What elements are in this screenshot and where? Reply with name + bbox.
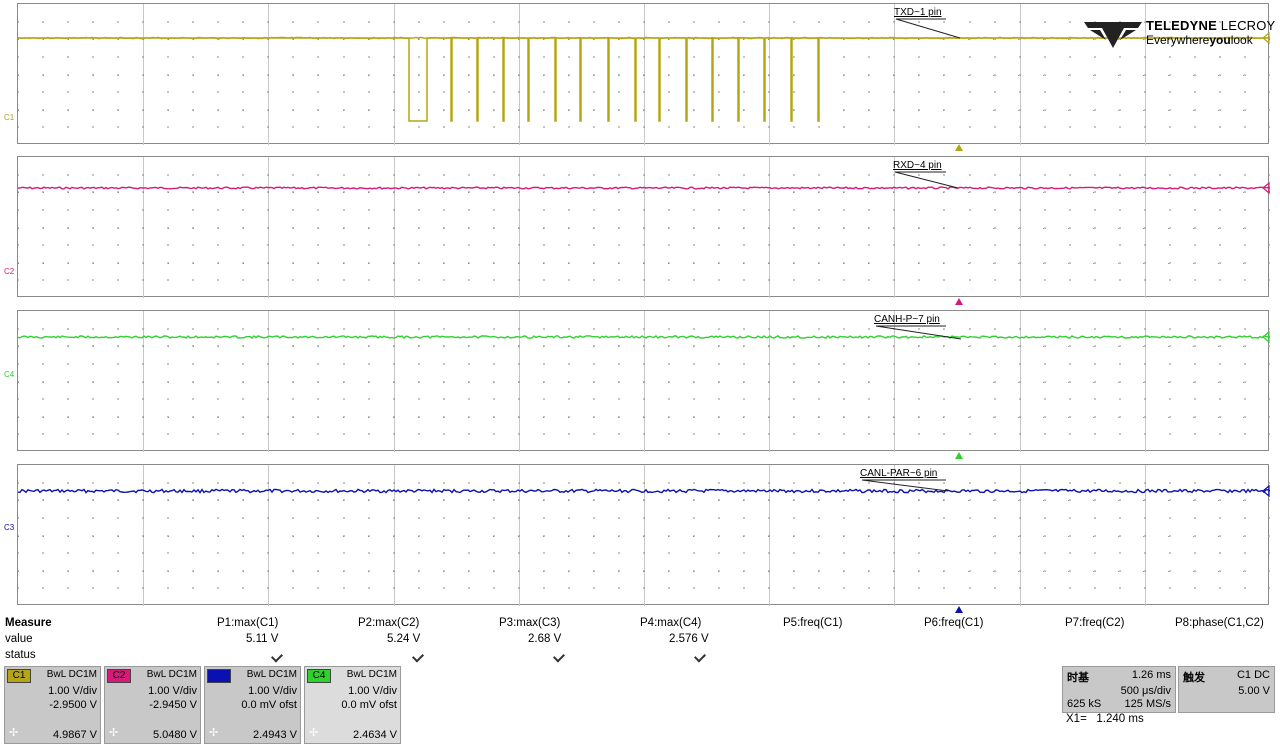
annotation-leader: [895, 18, 961, 39]
channel-label-c4: C4: [4, 370, 15, 379]
waveform-c2[interactable]: [18, 157, 1270, 298]
channel-offset: 0.0 mV ofst: [241, 699, 297, 711]
status-check-icon: [552, 650, 566, 663]
measure-title: Measure: [5, 617, 52, 629]
trigger-marker-c2[interactable]: [955, 298, 963, 305]
channel-coupling: BwL DC1M: [346, 669, 397, 680]
annotation-leader: [894, 171, 959, 189]
measure-value-label: value: [5, 633, 33, 645]
timebase-delay: 1.26 ms: [1131, 669, 1171, 681]
annotation-c1[interactable]: TXD~1 pin: [894, 7, 942, 18]
crosshair-icon: ✢: [9, 727, 19, 739]
crosshair-icon: ✢: [209, 727, 219, 739]
waveform-c4[interactable]: [18, 311, 1270, 452]
trigger-level: 5.00 V: [1238, 685, 1270, 697]
measure-param-name[interactable]: P3:max(C3): [499, 617, 560, 629]
channel-box-c1[interactable]: C1 BwL DC1M 1.00 V/div -2.9500 V ✢ 4.9867 V: [4, 666, 101, 744]
channel-vdiv: 1.00 V/div: [48, 685, 97, 697]
channel-readout: 2.4634 V: [352, 729, 397, 741]
measure-table: Measure value status P1:max(C1) 5.11 V P2:…: [0, 615, 1280, 663]
trigger-label: 触发: [1183, 672, 1205, 684]
cursor-label: X1=: [1066, 713, 1087, 725]
channel-vdiv: 1.00 V/div: [248, 685, 297, 697]
brand-tagline: Everywhereyoulook: [1146, 33, 1253, 47]
waveform-panel-c4[interactable]: [17, 310, 1270, 452]
channel-coupling: BwL DC1M: [246, 669, 297, 680]
lecroy-emblem-icon: [1084, 22, 1142, 48]
channel-box-c4[interactable]: C4 BwL DC1M 1.00 V/div 0.0 mV ofst ✢ 2.4634 V: [304, 666, 401, 744]
trigger-marker-c3[interactable]: [955, 606, 963, 613]
measure-param-name[interactable]: P8:phase(C1,C2): [1175, 617, 1264, 629]
annotation-c3[interactable]: CANL-PAR~6 pin: [860, 468, 937, 479]
channel-coupling: BwL DC1M: [46, 669, 97, 680]
channel-box-c3[interactable]: C3 BwL DC1M 1.00 V/div 0.0 mV ofst ✢ 2.4943 V: [204, 666, 301, 744]
channel-label-c2: C2: [4, 267, 15, 276]
teledyne-lecroy-logo: TELEDYNE LECROY Everywhereyoulook: [1084, 18, 1275, 48]
channel-offset: 0.0 mV ofst: [341, 699, 397, 711]
status-check-icon: [270, 650, 284, 663]
timebase-box[interactable]: 时基 1.26 ms 500 μs/div 625 kS 125 MS/s: [1062, 666, 1176, 713]
channel-tag: C1: [7, 669, 31, 683]
status-check-icon: [693, 650, 707, 663]
channel-tag: C3: [207, 669, 231, 683]
crosshair-icon: ✢: [309, 727, 319, 739]
measure-param-name[interactable]: P7:freq(C2): [1065, 617, 1124, 629]
timebase-label: 时基: [1067, 672, 1089, 684]
cursor-readout: X1= 1.240 ms: [1066, 713, 1144, 725]
waveform-panel-c3[interactable]: [17, 464, 1270, 606]
channel-vdiv: 1.00 V/div: [348, 685, 397, 697]
measure-param-name[interactable]: P1:max(C1): [217, 617, 278, 629]
trigger-source: C1 DC: [1236, 669, 1270, 681]
measure-status-label: status: [5, 649, 36, 661]
brand-name: TELEDYNE LECROY: [1146, 18, 1276, 33]
annotation-c4[interactable]: CANH-P~7 pin: [874, 314, 940, 325]
timebase-samples: 625 kS: [1067, 698, 1102, 710]
measure-param-value: 5.24 V: [387, 633, 421, 645]
measure-param-value: 2.68 V: [528, 633, 562, 645]
waveform-c3[interactable]: [18, 465, 1270, 606]
measure-param-name[interactable]: P5:freq(C1): [783, 617, 842, 629]
channel-box-c2[interactable]: C2 BwL DC1M 1.00 V/div -2.9450 V ✢ 5.0480 V: [104, 666, 201, 744]
cursor-value: 1.240 ms: [1096, 713, 1144, 725]
annotation-leader: [861, 479, 949, 492]
trigger-marker-c1[interactable]: [955, 144, 963, 151]
channel-readout: 4.9867 V: [52, 729, 97, 741]
status-check-icon: [411, 650, 425, 663]
channel-offset: -2.9450 V: [149, 699, 197, 711]
crosshair-icon: ✢: [109, 727, 119, 739]
channel-tag: C4: [307, 669, 331, 683]
waveform-panel-c2[interactable]: [17, 156, 1270, 298]
measure-param-value: 5.11 V: [246, 633, 279, 645]
channel-coupling: BwL DC1M: [146, 669, 197, 680]
channel-readout: 2.4943 V: [252, 729, 297, 741]
trigger-marker-c4[interactable]: [955, 452, 963, 459]
measure-param-name[interactable]: P6:freq(C1): [924, 617, 983, 629]
channel-offset: -2.9500 V: [49, 699, 97, 711]
channel-label-c3: C3: [4, 523, 15, 532]
channel-vdiv: 1.00 V/div: [148, 685, 197, 697]
offset-marker-icon[interactable]: [1262, 484, 1270, 498]
channel-tag: C2: [107, 669, 131, 683]
timebase-rate: 125 MS/s: [1124, 698, 1171, 710]
measure-param-name[interactable]: P2:max(C2): [358, 617, 419, 629]
annotation-c2[interactable]: RXD~4 pin: [893, 160, 942, 171]
waveform-panel-c1[interactable]: [17, 3, 1270, 145]
measure-param-name[interactable]: P4:max(C4): [640, 617, 701, 629]
waveform-c1[interactable]: [18, 4, 1270, 145]
channel-readout: 5.0480 V: [152, 729, 197, 741]
trigger-box[interactable]: 触发 C1 DC 5.00 V: [1178, 666, 1275, 713]
timebase-tdiv: 500 μs/div: [1120, 685, 1171, 697]
channel-label-c1: C1: [4, 113, 15, 122]
measure-param-value: 2.576 V: [669, 633, 709, 645]
